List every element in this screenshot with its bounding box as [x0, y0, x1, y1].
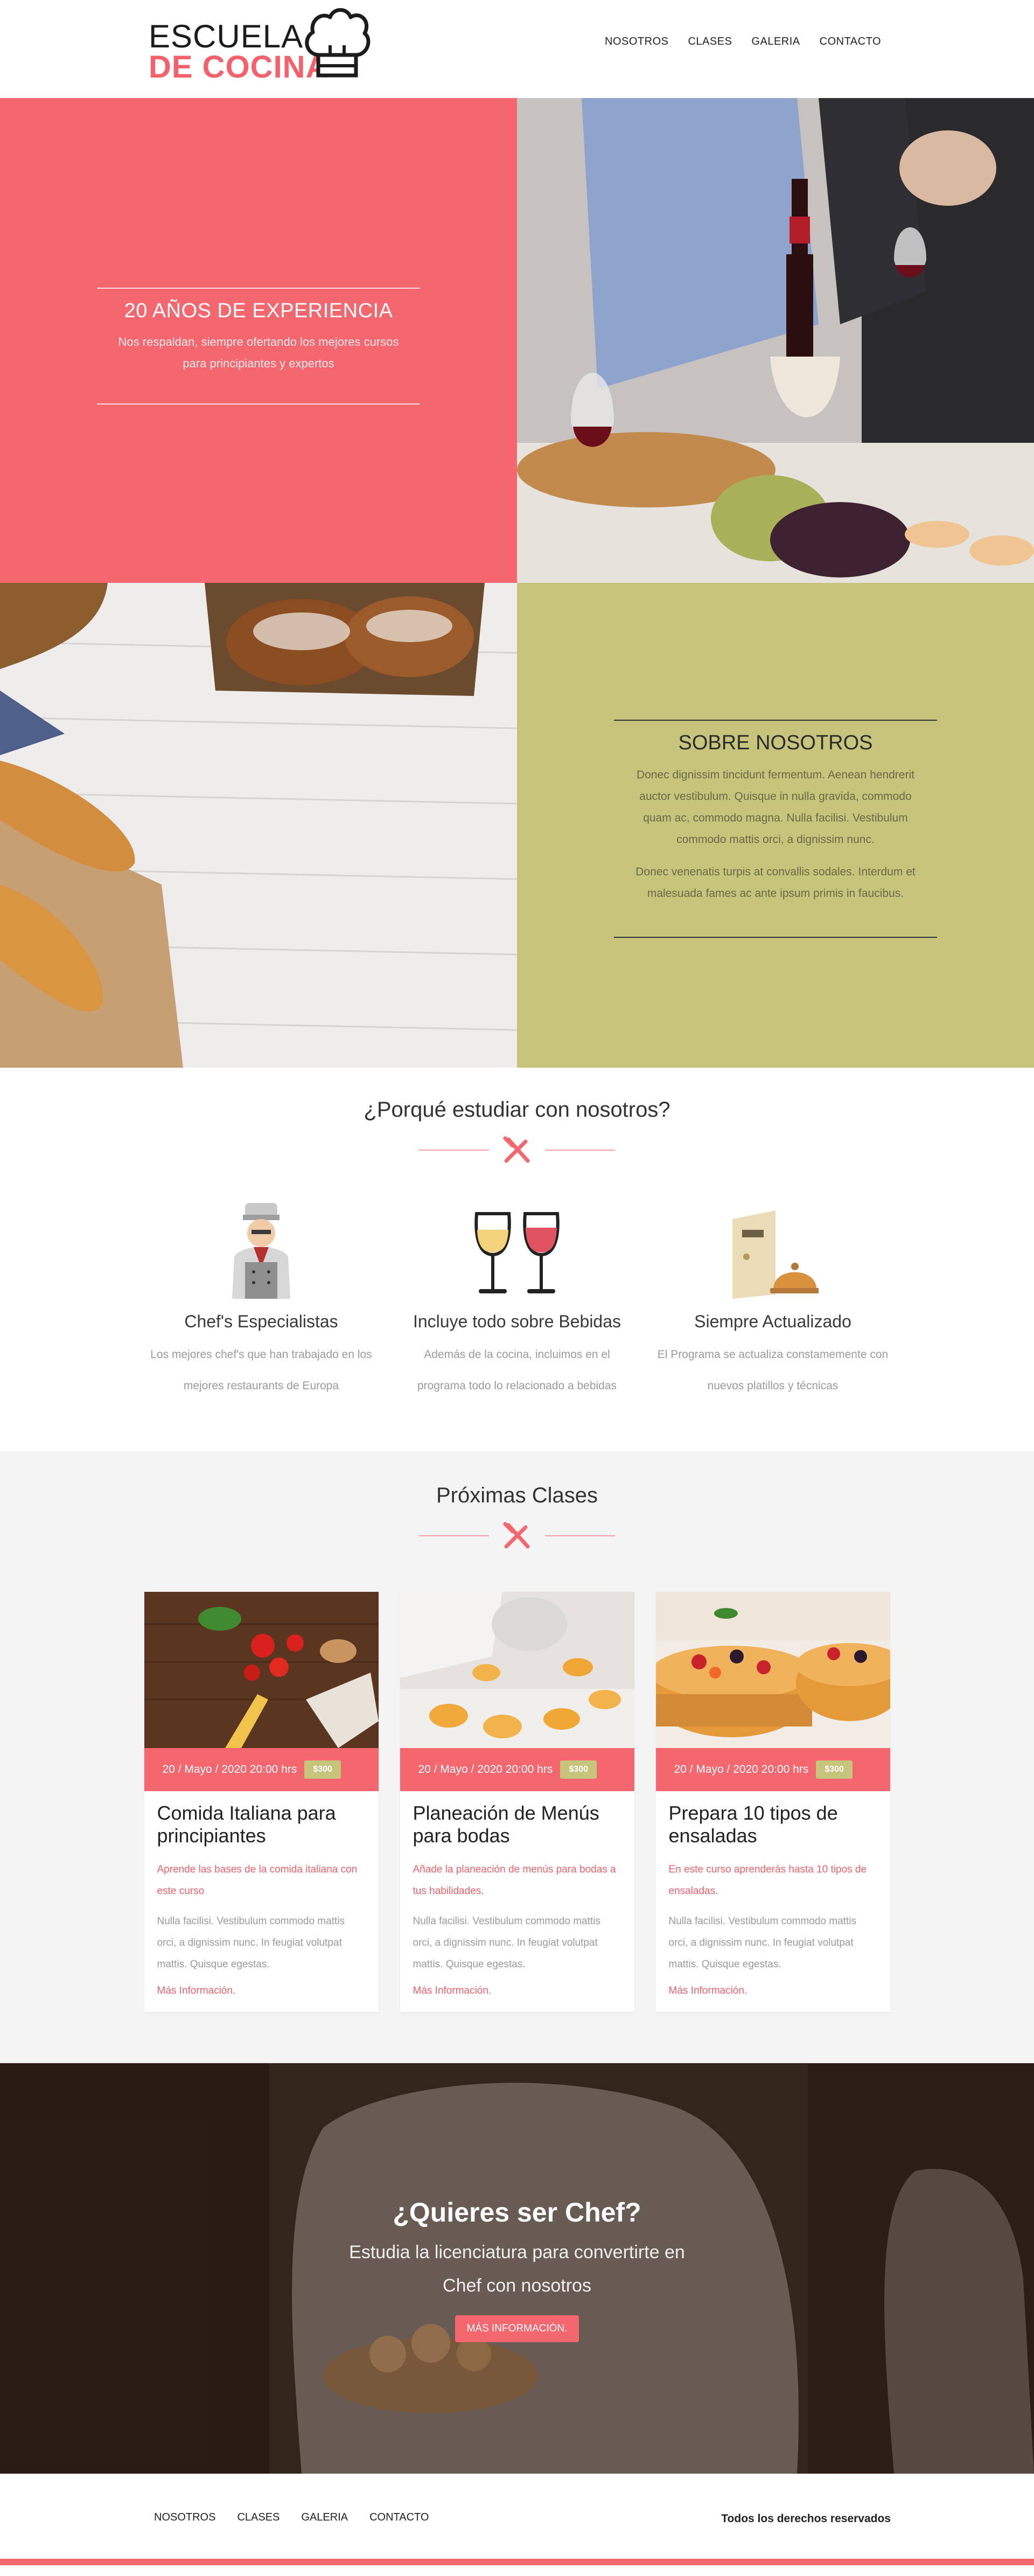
- classes-section: Próximas Clases 20 / Mayo / 2020 20:00 h…: [0, 1451, 1034, 2063]
- nav-link-clases[interactable]: CLASES: [688, 36, 732, 48]
- cta-content: ¿Quieres ser Chef? Estudia la licenciatu…: [0, 2197, 1034, 2342]
- more-info-link[interactable]: Más Información.: [669, 1985, 747, 1996]
- fork-knife-icon: [503, 1136, 530, 1163]
- wine-photo: [517, 98, 1034, 583]
- class-text: Nulla facilisi. Vestibulum commodo matti…: [157, 1916, 345, 1970]
- wine-scene-image: [517, 98, 1034, 583]
- feature-title: Siempre Actualizado: [694, 1312, 851, 1331]
- class-price-badge: $300: [816, 1760, 853, 1779]
- class-text: Nulla facilisi. Vestibulum commodo matti…: [668, 1916, 856, 1970]
- brand-line1: ESCUELA: [149, 18, 304, 54]
- why-title: ¿Porqué estudiar con nosotros?: [364, 1098, 670, 1122]
- class-image-italian: [144, 1592, 379, 1748]
- about-panel: SOBRE NOSOTROS Donec dignissim tincidunt…: [517, 583, 1034, 1068]
- class-title: Planeación de Menús para bodas: [413, 1802, 599, 1847]
- class-image-salads: [655, 1592, 890, 1748]
- why-section: ¿Porqué estudiar con nosotros? Chef's Es…: [0, 1068, 1034, 1451]
- feature-drinks: Incluye todo sobre Bebidas Además de la …: [400, 1199, 634, 1402]
- footer-link-contacto[interactable]: CONTACTO: [369, 2511, 429, 2524]
- experience-title: 20 AÑOS DE EXPERIENCIA: [124, 300, 393, 322]
- class-lead: Aprende las bases de la comida italiana …: [157, 1864, 358, 1897]
- hero-row-2: SOBRE NOSOTROS Donec dignissim tincidunt…: [0, 583, 1034, 1068]
- experience-panel: 20 AÑOS DE EXPERIENCIA Nos respaldan, si…: [0, 98, 517, 583]
- cta-title: ¿Quieres ser Chef?: [393, 2197, 641, 2227]
- class-card[interactable]: 20 / Mayo / 2020 20:00 hrs $300 Planeaci…: [400, 1592, 634, 2012]
- bread-photo: [0, 583, 517, 1068]
- nav-link-galeria[interactable]: GALERIA: [751, 36, 800, 48]
- main-nav: NOSOTROS CLASES GALERIA CONTACTO: [605, 36, 881, 48]
- section-divider: [0, 1520, 1034, 1552]
- hero-row-1: 20 AÑOS DE EXPERIENCIA Nos respaldan, si…: [0, 98, 1034, 583]
- class-meta: 20 / Mayo / 2020 20:00 hrs $300: [144, 1748, 379, 1791]
- cta-text: Estudia la licenciatura para convertirte…: [349, 2242, 685, 2296]
- brand-logo[interactable]: ESCUELA DE COCINA: [149, 4, 375, 85]
- feature-chefs: Chef's Especialistas Los mejores chef's …: [144, 1199, 379, 1402]
- footer-link-galeria[interactable]: GALERIA: [301, 2511, 348, 2524]
- feature-title: Chef's Especialistas: [184, 1312, 338, 1331]
- nav-link-nosotros[interactable]: NOSOTROS: [605, 36, 668, 48]
- class-meta: 20 / Mayo / 2020 20:00 hrs $300: [400, 1748, 634, 1791]
- class-title: Comida Italiana para principiantes: [157, 1802, 336, 1847]
- bread-scene-image: [0, 583, 517, 1068]
- class-card[interactable]: 20 / Mayo / 2020 20:00 hrs $300 Comida I…: [144, 1592, 379, 2012]
- feature-text: Los mejores chef's que han trabajado en …: [150, 1348, 372, 1392]
- class-date: 20 / Mayo / 2020 20:00 hrs: [674, 1763, 809, 1776]
- class-lead: Añade la planeación de menús para bodas …: [413, 1864, 616, 1897]
- class-date: 20 / Mayo / 2020 20:00 hrs: [162, 1763, 297, 1776]
- class-title: Prepara 10 tipos de ensaladas: [668, 1802, 838, 1847]
- nav-link-contacto[interactable]: CONTACTO: [820, 36, 881, 48]
- site-footer: NOSOTROS CLASES GALERIA CONTACTO Todos l…: [0, 2474, 1034, 2565]
- section-divider: [0, 1134, 1034, 1166]
- experience-text: Nos respaldan, siempre ofertando los mej…: [118, 335, 399, 370]
- more-info-link[interactable]: Más Información.: [157, 1985, 236, 1996]
- classes-title: Próximas Clases: [436, 1484, 598, 1507]
- class-cards: 20 / Mayo / 2020 20:00 hrs $300 Comida I…: [0, 1592, 1034, 2012]
- about-title: SOBRE NOSOTROS: [678, 732, 873, 754]
- class-text: Nulla facilisi. Vestibulum commodo matti…: [413, 1916, 600, 1970]
- chef-cta-banner: ¿Quieres ser Chef? Estudia la licenciatu…: [0, 2063, 1034, 2474]
- footer-accent-bar: [0, 2559, 1034, 2565]
- experience-box: 20 AÑOS DE EXPERIENCIA Nos respaldan, si…: [97, 288, 420, 405]
- about-box: SOBRE NOSOTROS Donec dignissim tincidunt…: [614, 720, 937, 938]
- feature-text: Además de la cocina, incluimos en el pro…: [417, 1348, 617, 1392]
- class-date: 20 / Mayo / 2020 20:00 hrs: [418, 1763, 553, 1776]
- class-meta: 20 / Mayo / 2020 20:00 hrs $300: [655, 1748, 890, 1791]
- footer-link-nosotros[interactable]: NOSOTROS: [154, 2511, 215, 2524]
- more-info-link[interactable]: Más Información.: [413, 1985, 492, 1996]
- copyright-text: Todos los derechos reservados: [721, 2512, 891, 2525]
- feature-updated: Siempre Actualizado El Programa se actua…: [656, 1199, 890, 1402]
- about-text-2: Donec venenatis turpis at convallis soda…: [635, 866, 916, 900]
- class-image-wedding: [400, 1592, 634, 1748]
- chef-icon: [232, 1203, 290, 1299]
- class-card[interactable]: 20 / Mayo / 2020 20:00 hrs $300 Prepara …: [655, 1592, 890, 2012]
- footer-nav: NOSOTROS CLASES GALERIA CONTACTO: [154, 2511, 429, 2524]
- features-list: Chef's Especialistas Los mejores chef's …: [0, 1199, 1034, 1402]
- site-header: ESCUELA DE COCINA NOSOTROS CLASES GALERI…: [0, 0, 1034, 98]
- class-price-badge: $300: [304, 1760, 341, 1779]
- class-price-badge: $300: [560, 1760, 597, 1779]
- footer-link-clases[interactable]: CLASES: [237, 2511, 280, 2524]
- about-text-1: Donec dignissim tincidunt fermentum. Aen…: [637, 769, 914, 846]
- class-lead: En este curso aprenderás hasta 10 tipos …: [668, 1864, 867, 1897]
- feature-title: Incluye todo sobre Bebidas: [413, 1312, 621, 1331]
- cta-more-info-button[interactable]: MÁS INFORMACIÓN.: [455, 2315, 579, 2342]
- chef-hat-icon: [305, 8, 371, 78]
- menu-cloche-icon: [732, 1210, 819, 1299]
- fork-knife-icon: [503, 1522, 530, 1549]
- feature-text: El Programa se actualiza constamemente c…: [657, 1348, 889, 1392]
- wine-glasses-icon: [474, 1212, 560, 1293]
